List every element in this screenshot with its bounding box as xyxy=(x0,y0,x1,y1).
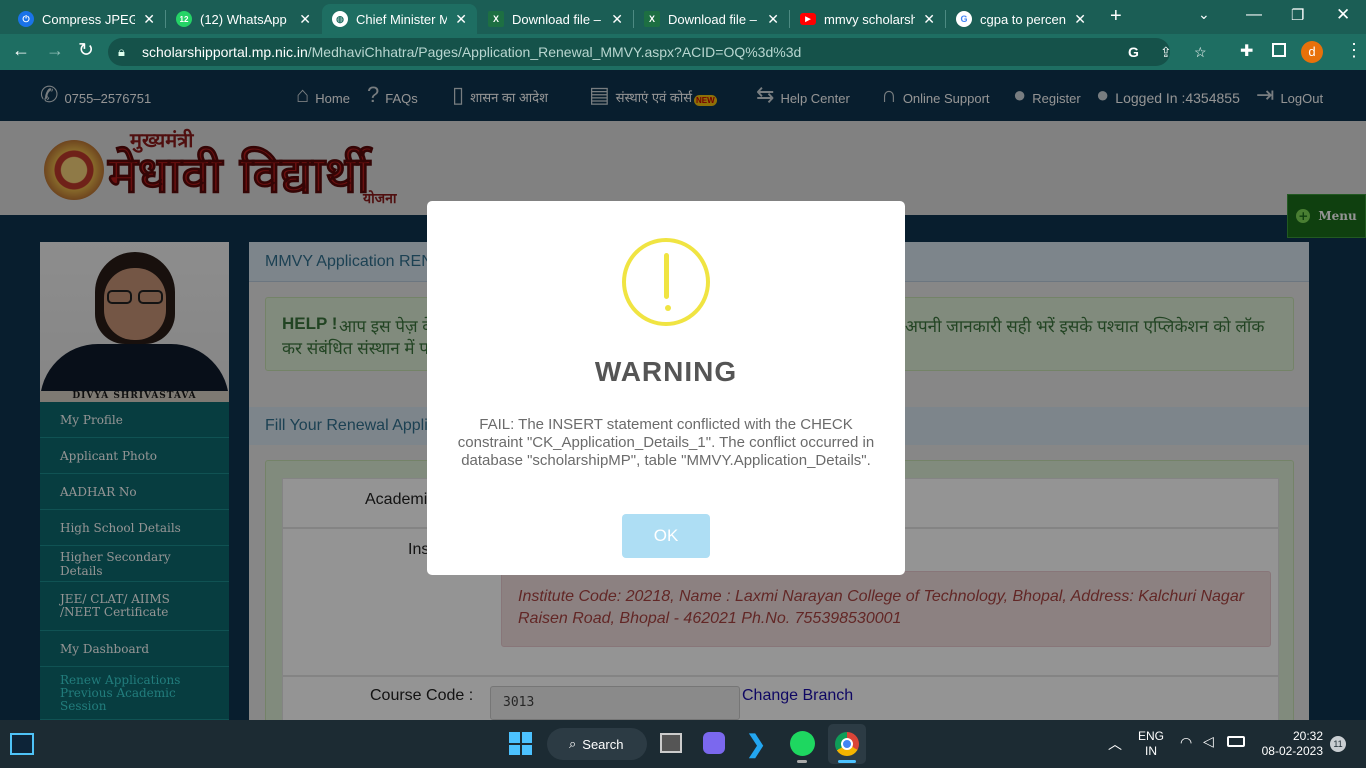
reload-icon[interactable]: ↻ xyxy=(78,39,94,62)
show-hidden-icons[interactable]: ︿ xyxy=(1108,734,1122,754)
tab-chief-minister[interactable]: ◍ Chief Minister Me ✕ xyxy=(322,4,477,34)
excel-icon: X xyxy=(488,11,504,27)
tab-title: Download file – y xyxy=(512,11,604,27)
lock-icon: 🔒︎ xyxy=(118,44,125,59)
address-toolbar: ← → ↻ 🔒︎ scholarshipportal.mp.nic.in/Med… xyxy=(0,34,1366,70)
volume-icon[interactable]: ◁ xyxy=(1203,733,1214,750)
forward-icon[interactable]: → xyxy=(46,40,64,61)
battery-icon[interactable] xyxy=(1227,736,1245,747)
browser-tab-bar: ⏻ Compress JPEG To ✕ 12 (12) WhatsApp ✕ … xyxy=(0,0,1366,34)
close-icon[interactable]: ✕ xyxy=(455,11,467,28)
tab-title: (12) WhatsApp xyxy=(200,11,287,27)
kebab-menu-icon[interactable]: ⋮ xyxy=(1345,40,1363,61)
whatsapp-icon: 12 xyxy=(176,11,192,27)
search-icon: ⌕ xyxy=(569,736,577,751)
youtube-icon: ▶ xyxy=(800,13,816,25)
profile-avatar[interactable]: d xyxy=(1301,41,1323,63)
dialog-title: WARNING xyxy=(594,356,738,387)
close-icon[interactable]: ✕ xyxy=(299,11,311,28)
lang-primary: ENG xyxy=(1138,729,1165,743)
tab-whatsapp[interactable]: 12 (12) WhatsApp ✕ xyxy=(166,4,321,34)
warning-icon xyxy=(622,238,710,326)
chrome-taskbar-button[interactable] xyxy=(828,724,866,764)
tab-compress-jpeg[interactable]: ⏻ Compress JPEG To ✕ xyxy=(8,4,165,34)
windows-start-icon[interactable] xyxy=(509,732,532,755)
url-path: /MedhaviChhatra/Pages/Application_Renewa… xyxy=(307,44,802,60)
running-indicator xyxy=(797,760,807,763)
widgets-icon[interactable] xyxy=(10,733,34,755)
close-icon[interactable]: ✕ xyxy=(767,11,779,28)
extensions-icon[interactable]: ✚ xyxy=(1240,41,1253,61)
side-panel-icon[interactable] xyxy=(1272,43,1286,57)
warning-dialog: WARNING FAIL: The INSERT statement confl… xyxy=(427,201,905,575)
close-icon[interactable]: ✕ xyxy=(143,11,155,28)
google-lens-icon[interactable]: G xyxy=(1128,38,1139,66)
globe-icon: ◍ xyxy=(332,11,348,27)
vscode-icon[interactable]: ❯ xyxy=(746,730,766,759)
notification-badge[interactable]: 11 xyxy=(1330,736,1346,752)
tab-title: Chief Minister Me xyxy=(356,11,448,27)
ok-button[interactable]: OK xyxy=(622,514,710,558)
spotify-icon[interactable] xyxy=(790,731,815,756)
tab-search-icon[interactable]: ⌄ xyxy=(1198,6,1210,23)
tab-mmvy-scholarship[interactable]: ▶ mmvy scholarship ✕ xyxy=(790,4,945,34)
tab-title: mmvy scholarship xyxy=(824,11,916,27)
clock-date: 08-02-2023 xyxy=(1261,744,1323,758)
dialog-message: FAIL: The INSERT statement conflicted wi… xyxy=(457,416,875,469)
minimize-icon[interactable]: — xyxy=(1246,6,1262,24)
window-close-icon[interactable]: ✕ xyxy=(1336,5,1350,25)
excel-icon: X xyxy=(644,11,660,27)
language-indicator[interactable]: ENG IN xyxy=(1138,729,1164,759)
url-bar[interactable]: 🔒︎ scholarshipportal.mp.nic.in/MedhaviCh… xyxy=(108,38,1207,66)
tab-title: cgpa to percenta xyxy=(980,11,1067,27)
lang-region: IN xyxy=(1145,744,1157,758)
teams-chat-icon[interactable] xyxy=(703,732,725,754)
bookmark-star-icon[interactable]: ☆ xyxy=(1194,38,1207,66)
tab-title: Compress JPEG To xyxy=(42,11,136,27)
tab-download-file-1[interactable]: X Download file – y ✕ xyxy=(478,4,633,34)
restore-icon[interactable]: ❐ xyxy=(1291,6,1304,24)
back-icon[interactable]: ← xyxy=(12,40,30,61)
tab-download-file-2[interactable]: X Download file – y ✕ xyxy=(634,4,789,34)
wifi-icon[interactable]: ◠ xyxy=(1180,734,1192,751)
task-view-icon[interactable] xyxy=(660,733,682,753)
search-label: Search xyxy=(582,736,624,752)
tab-title: Download file – y xyxy=(668,11,760,27)
new-tab-icon[interactable]: + xyxy=(1110,5,1122,28)
clock[interactable]: 20:32 08-02-2023 xyxy=(1257,729,1323,759)
compress-icon: ⏻ xyxy=(18,11,34,27)
clock-time: 20:32 xyxy=(1292,729,1323,743)
close-icon[interactable]: ✕ xyxy=(1074,11,1086,28)
close-icon[interactable]: ✕ xyxy=(611,11,623,28)
tab-cgpa[interactable]: G cgpa to percenta ✕ xyxy=(946,4,1096,34)
close-icon[interactable]: ✕ xyxy=(923,11,935,28)
taskbar-search[interactable]: ⌕ Search xyxy=(547,728,647,760)
share-icon[interactable]: ⇪ xyxy=(1160,38,1172,66)
taskbar: ⌕ Search ❯ ︿ ENG IN ◠ ◁ 20:32 08-02-2023 … xyxy=(0,720,1366,768)
google-icon: G xyxy=(956,11,972,27)
url-host: scholarshipportal.mp.nic.in xyxy=(142,44,308,60)
